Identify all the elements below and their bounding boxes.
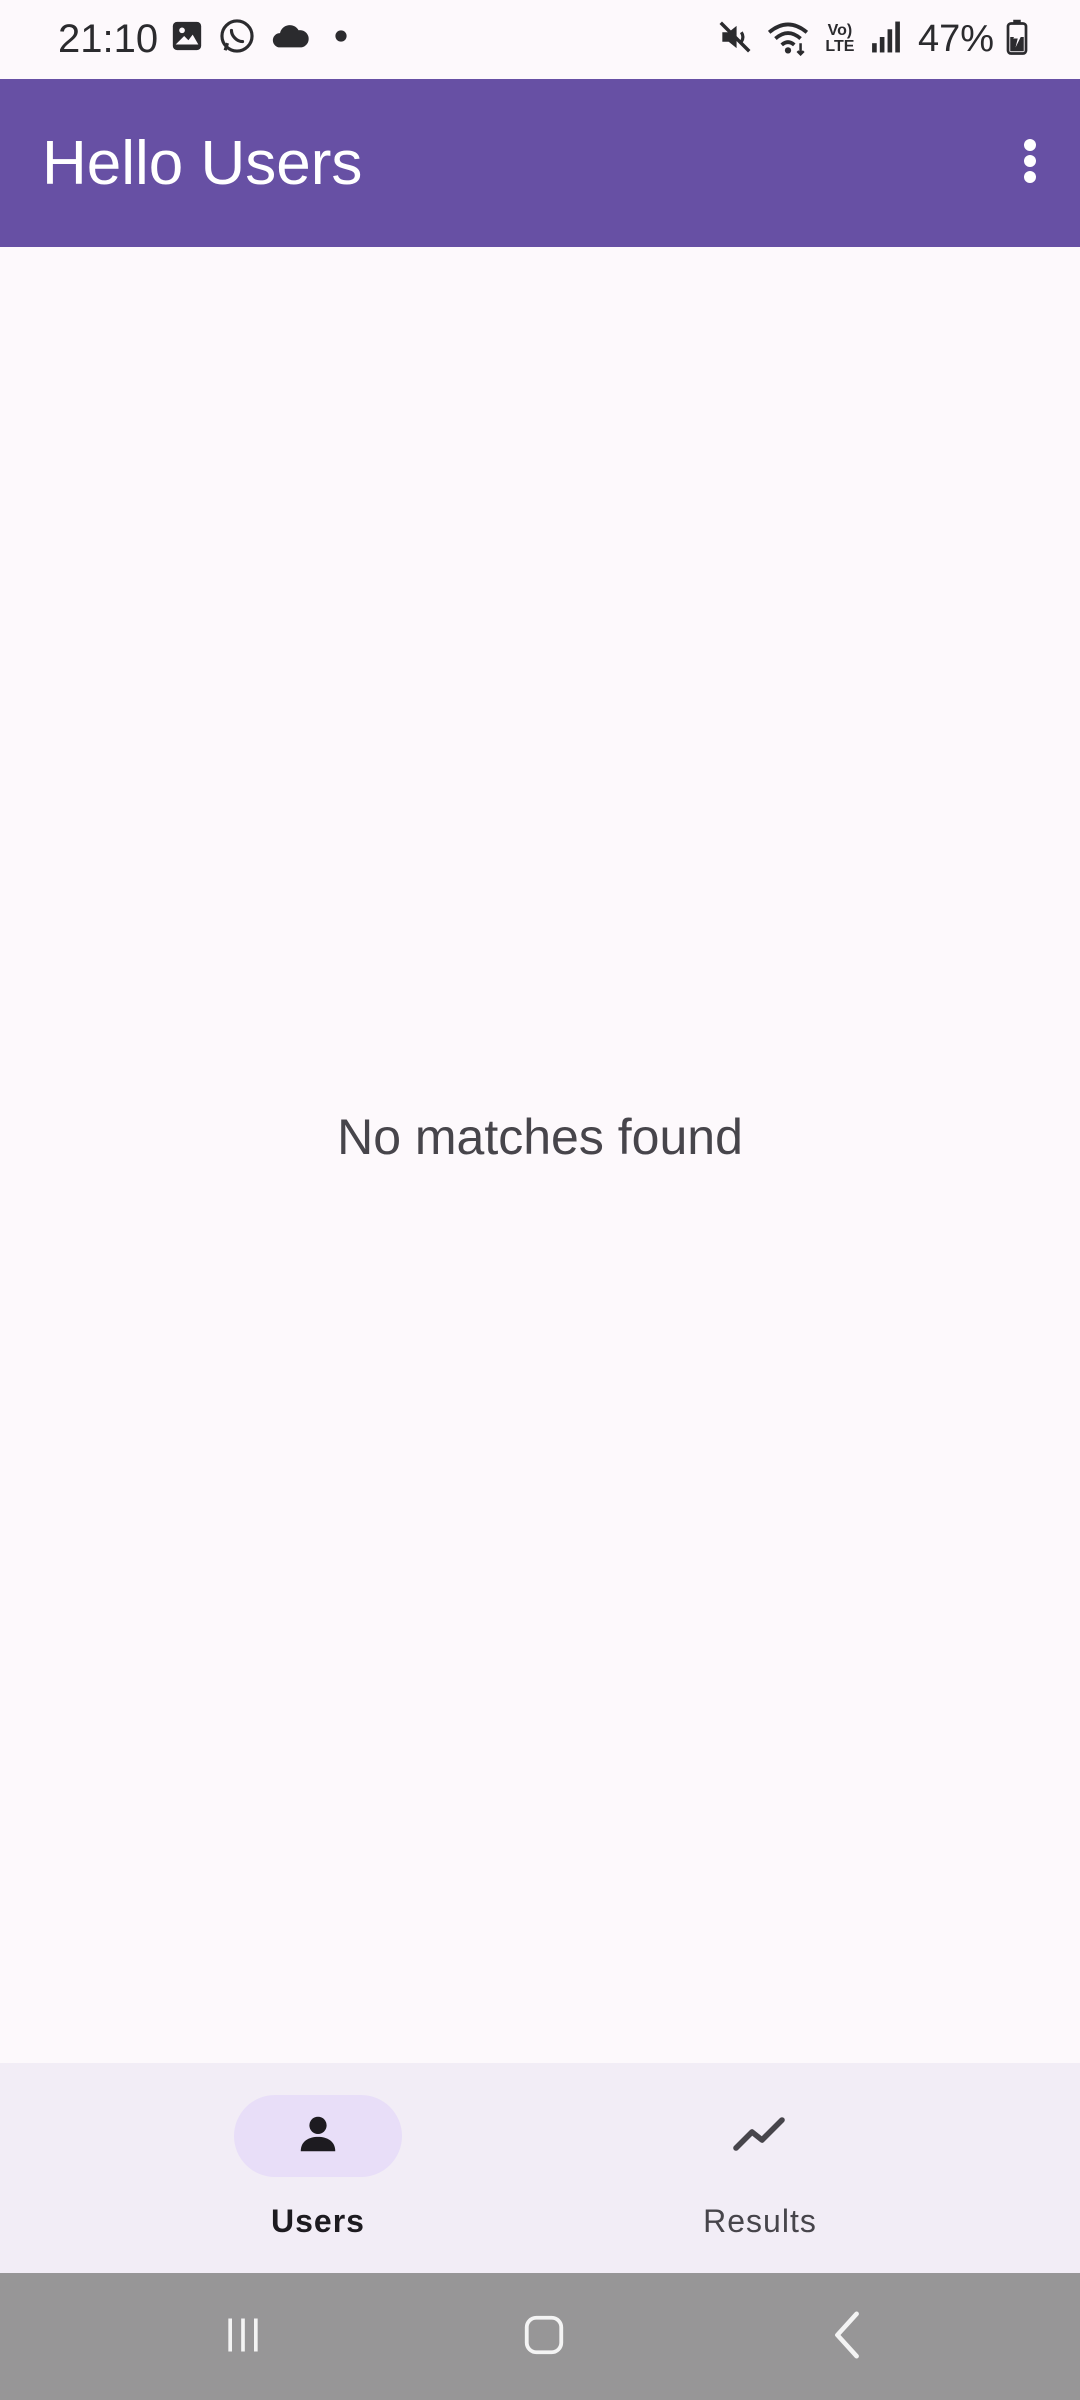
bottom-navigation-bar: Users Results bbox=[0, 2063, 1080, 2273]
status-system-icons: Vo) LTE 47% bbox=[716, 14, 1028, 64]
volte-icon: Vo) LTE bbox=[822, 23, 858, 55]
mute-icon bbox=[716, 18, 754, 61]
back-button[interactable] bbox=[802, 2295, 892, 2379]
battery-percent: 47% bbox=[917, 18, 994, 60]
status-notification-icons bbox=[170, 18, 348, 58]
top-app-bar: Hello Users bbox=[0, 79, 1080, 247]
home-button[interactable] bbox=[499, 2295, 589, 2379]
cloud-icon bbox=[270, 21, 310, 56]
nav-label-results: Results bbox=[703, 2203, 817, 2239]
gallery-icon bbox=[170, 19, 204, 58]
recents-button[interactable] bbox=[198, 2295, 288, 2379]
whatsapp-icon bbox=[218, 17, 256, 60]
main-content: No matches found bbox=[0, 247, 1080, 2063]
dot-icon bbox=[334, 29, 348, 48]
nav-icon-container bbox=[676, 2095, 844, 2177]
nav-item-results[interactable]: Results bbox=[490, 2063, 1030, 2273]
trending-line-icon bbox=[732, 2114, 788, 2159]
recents-icon bbox=[221, 2313, 265, 2362]
overflow-menu-button[interactable] bbox=[980, 113, 1080, 213]
signal-icon bbox=[870, 20, 902, 59]
status-bar: 21:10 Vo) LTE 47% bbox=[0, 0, 1080, 79]
battery-charging-icon bbox=[1006, 19, 1028, 60]
volte-label: Vo) LTE bbox=[825, 22, 855, 55]
more-vert-icon bbox=[1020, 137, 1040, 190]
status-time: 21:10 bbox=[58, 17, 159, 61]
wifi-icon bbox=[766, 18, 810, 61]
person-icon bbox=[295, 2111, 341, 2162]
nav-active-indicator bbox=[234, 2095, 402, 2177]
home-icon bbox=[521, 2312, 567, 2363]
app-title: Hello Users bbox=[42, 129, 363, 198]
empty-state-message: No matches found bbox=[337, 1109, 743, 1165]
system-navigation-bar bbox=[0, 2273, 1080, 2400]
back-icon bbox=[827, 2310, 867, 2365]
